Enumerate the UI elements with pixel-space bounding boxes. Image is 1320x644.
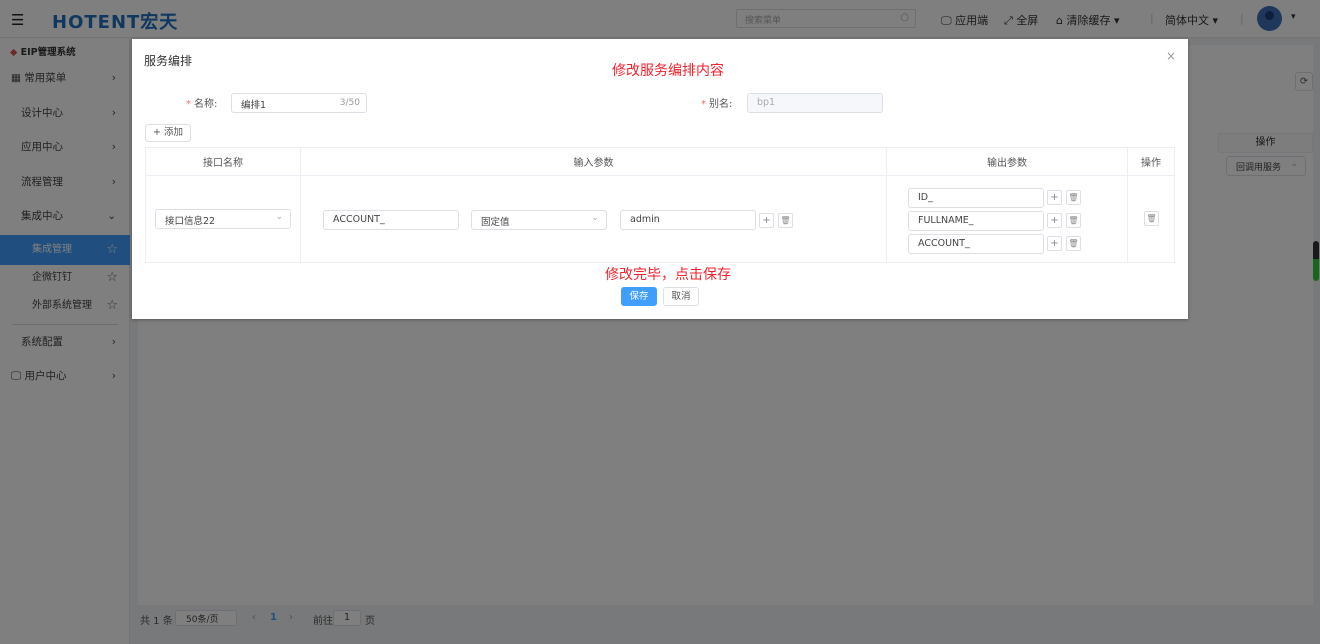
- column-header: 输出参数: [886, 147, 1128, 176]
- name-input[interactable]: 编排1 3/50: [231, 93, 367, 113]
- alias-label: * 别名:: [701, 99, 733, 110]
- name-label: * 名称:: [186, 99, 218, 110]
- label: 添加: [163, 127, 183, 138]
- delete-icon[interactable]: 🗑: [1066, 213, 1081, 228]
- input-param-value[interactable]: admin: [620, 210, 756, 230]
- column-header: 接口名称: [145, 147, 301, 176]
- orchestration-table: 接口名称 输入参数 输出参数 操作 接口信息22 ⌄ ACCOUNT_ 固定值 ⌄ …: [145, 147, 1175, 263]
- save-button[interactable]: 保存: [621, 287, 657, 306]
- service-orchestration-dialog: 服务编排 × 修改服务编排内容 * 名称: 编排1 3/50 * 别名: bp1 + …: [132, 39, 1188, 319]
- char-count: 3/50: [339, 98, 360, 108]
- delete-icon[interactable]: 🗑: [1066, 236, 1081, 251]
- interface-select[interactable]: 接口信息22 ⌄: [155, 209, 291, 229]
- output-param-field[interactable]: ID_: [908, 188, 1044, 208]
- add-output-param-button[interactable]: +: [1047, 236, 1062, 251]
- plus-icon: +: [152, 127, 161, 138]
- add-output-param-button[interactable]: +: [1047, 213, 1062, 228]
- input-param-field[interactable]: ACCOUNT_: [323, 210, 459, 230]
- table-row: 接口信息22 ⌄ ACCOUNT_ 固定值 ⌄ admin + 🗑 ID_ + 🗑 …: [145, 175, 1175, 263]
- output-param-field[interactable]: FULLNAME_: [908, 211, 1044, 231]
- add-button[interactable]: + 添加: [145, 124, 191, 142]
- add-input-param-button[interactable]: +: [759, 213, 774, 228]
- annotation-top: 修改服务编排内容: [612, 63, 724, 79]
- output-param-field[interactable]: ACCOUNT_: [908, 234, 1044, 254]
- add-output-param-button[interactable]: +: [1047, 190, 1062, 205]
- alias-input[interactable]: bp1: [747, 93, 883, 113]
- chevron-down-icon: ⌄: [591, 213, 599, 223]
- value: 编排1: [241, 100, 267, 111]
- chevron-down-icon: ⌄: [275, 212, 283, 222]
- value: 接口信息22: [165, 216, 216, 227]
- label: 名称:: [194, 99, 218, 110]
- column-header: 输入参数: [300, 147, 887, 176]
- value: 固定值: [481, 217, 510, 228]
- input-param-type-select[interactable]: 固定值 ⌄: [471, 210, 607, 230]
- label: 别名:: [709, 99, 733, 110]
- delete-icon[interactable]: 🗑: [1066, 190, 1081, 205]
- delete-row-icon[interactable]: 🗑: [1144, 211, 1159, 226]
- column-header: 操作: [1127, 147, 1175, 176]
- annotation-bottom: 修改完毕，点击保存: [605, 267, 731, 283]
- delete-icon[interactable]: 🗑: [778, 213, 793, 228]
- cancel-button[interactable]: 取消: [663, 287, 699, 306]
